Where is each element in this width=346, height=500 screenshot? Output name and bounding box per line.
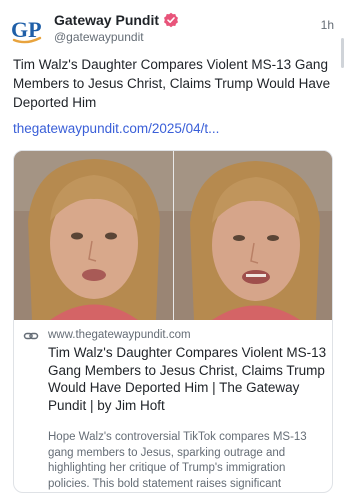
- post-timestamp[interactable]: 1h: [321, 18, 334, 32]
- author-avatar[interactable]: GP: [10, 12, 44, 46]
- card-image-left-frame: [14, 151, 173, 320]
- card-description: Hope Walz's controversial TikTok compare…: [48, 431, 307, 490]
- card-title[interactable]: Tim Walz's Daughter Compares Violent MS-…: [48, 344, 328, 414]
- author-name[interactable]: Gateway Pundit: [54, 12, 159, 28]
- post-link[interactable]: thegatewaypundit.com/2025/04/t...: [13, 121, 219, 136]
- author-info: Gateway Pundit @gatewaypundit: [54, 11, 179, 44]
- author-handle[interactable]: @gatewaypundit: [54, 30, 179, 44]
- post-text: Tim Walz's Daughter Compares Violent MS-…: [13, 57, 331, 110]
- post[interactable]: GP Gateway Pundit @gatewaypundit 1h Tim …: [0, 0, 346, 500]
- scrollbar[interactable]: [341, 38, 344, 68]
- link-chain-icon: [23, 328, 39, 344]
- card-image[interactable]: [14, 151, 332, 320]
- verified-badge-icon: [163, 12, 179, 28]
- card-image-right-frame: [173, 151, 332, 320]
- link-preview-card[interactable]: www.thegatewaypundit.com Tim Walz's Daug…: [13, 150, 333, 493]
- card-domain: www.thegatewaypundit.com: [48, 329, 191, 341]
